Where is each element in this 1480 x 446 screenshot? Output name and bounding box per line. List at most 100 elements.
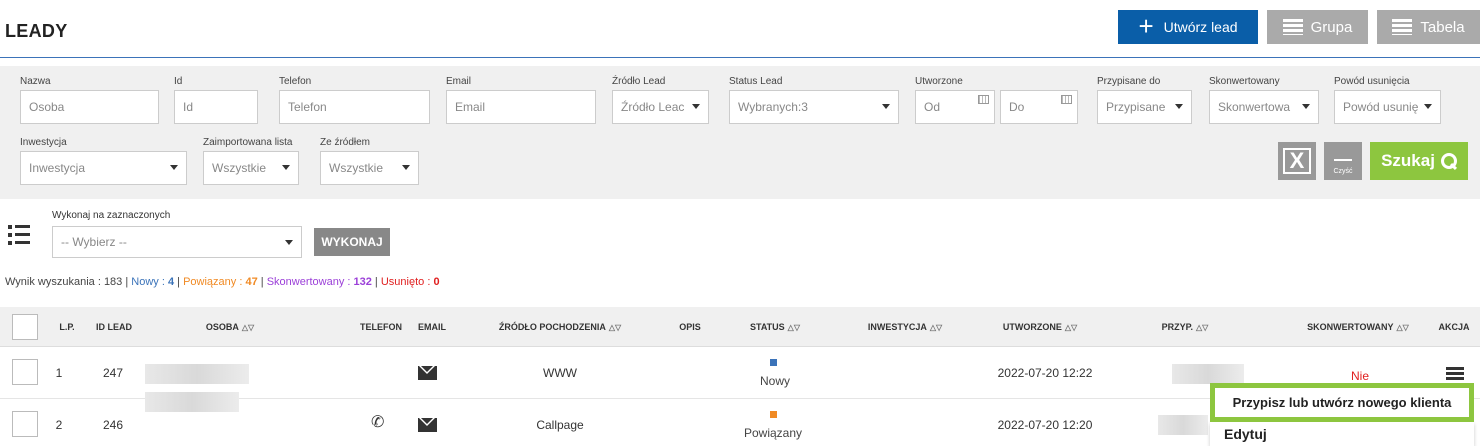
chevron-down-icon	[402, 165, 410, 170]
chevron-down-icon	[1424, 104, 1432, 109]
list-view-icon	[1282, 19, 1303, 35]
assigned-redacted	[1158, 415, 1208, 435]
column-phone: TELEFON	[360, 322, 402, 332]
name-input[interactable]: Osoba	[20, 90, 159, 124]
chevron-down-icon	[692, 104, 700, 109]
row-id: 247	[102, 366, 124, 380]
person-name-redacted[interactable]	[145, 392, 239, 412]
row-status: Nowy	[760, 374, 791, 388]
select-all-checkbox[interactable]	[12, 314, 38, 340]
excel-icon: X	[1283, 148, 1311, 174]
row-checkbox[interactable]	[12, 411, 38, 437]
chevron-down-icon	[170, 165, 178, 170]
minus-icon	[1334, 159, 1352, 161]
date-from-input[interactable]: Od	[915, 90, 995, 124]
delete-reason-select[interactable]: Powód usunię	[1334, 90, 1441, 124]
filter-imported-label: Zaimportowana lista	[203, 137, 293, 148]
create-lead-label: Utwórz lead	[1163, 19, 1238, 35]
table-view-label: Tabela	[1420, 18, 1465, 36]
plus-icon: +	[1138, 10, 1154, 41]
email-input[interactable]: Email	[446, 90, 596, 124]
filter-email-label: Email	[446, 76, 472, 87]
converted-count: 132	[353, 276, 372, 288]
assigned-redacted	[1172, 364, 1244, 384]
total-count: 183	[103, 276, 123, 288]
calendar-icon[interactable]	[1061, 95, 1072, 104]
source-select[interactable]: Źródło Leac	[612, 90, 709, 124]
chevron-down-icon	[282, 165, 290, 170]
page-title: LEADY	[5, 21, 68, 41]
table-view-icon	[1392, 19, 1413, 35]
create-lead-button[interactable]: + Utwórz lead	[1118, 10, 1258, 44]
column-assigned[interactable]: PRZYP. △▽	[1140, 307, 1230, 347]
table-view-button[interactable]: Tabela	[1377, 10, 1480, 44]
sort-icon[interactable]: △▽	[1196, 323, 1208, 332]
group-view-label: Grupa	[1310, 18, 1353, 36]
clear-filters-label: Czyść	[1333, 168, 1353, 175]
column-investment[interactable]: INWESTYCJA △▽	[850, 307, 960, 347]
phone-input[interactable]: Telefon	[279, 90, 430, 124]
assigned-select[interactable]: Przypisane	[1097, 90, 1192, 124]
row-lp: 1	[55, 366, 63, 380]
filter-status-label: Status Lead	[729, 76, 783, 87]
sort-icon[interactable]: △▽	[609, 323, 621, 332]
clear-filters-button[interactable]: Czyść	[1324, 142, 1362, 180]
run-bulk-action-button[interactable]: WYKONAJ	[314, 228, 390, 256]
bulk-action-label: Wykonaj na zaznaczonych	[52, 210, 171, 221]
column-source[interactable]: ŹRÓDŁO POCHODZENIA △▽	[480, 307, 640, 347]
sort-icon[interactable]: △▽	[242, 323, 254, 332]
list-icon	[8, 224, 30, 246]
column-status[interactable]: STATUS △▽	[730, 307, 820, 347]
email-icon[interactable]	[418, 418, 437, 432]
edit-menu-item[interactable]: Edytuj	[1224, 426, 1267, 442]
column-email: EMAIL	[418, 322, 446, 332]
column-created[interactable]: UTWORZONE △▽	[985, 307, 1095, 347]
action-menu-icon[interactable]	[1446, 367, 1464, 381]
status-select[interactable]: Wybranych:3	[729, 90, 899, 124]
id-input[interactable]: Id	[174, 90, 258, 124]
sort-icon[interactable]: △▽	[930, 323, 942, 332]
column-person[interactable]: OSOBA △▽	[175, 307, 285, 347]
bulk-action-select[interactable]: -- Wybierz --	[52, 226, 302, 258]
date-to-input[interactable]: Do	[1000, 90, 1078, 124]
filter-created-label: Utworzone	[915, 76, 963, 87]
search-summary: Wynik wyszukania : 183 | Nowy : 4 | Powi…	[5, 276, 440, 288]
page-header: LEADY + Utwórz lead Grupa Tabela	[0, 0, 1480, 58]
status-indicator	[770, 359, 777, 366]
calendar-icon[interactable]	[978, 95, 989, 104]
investment-select[interactable]: Inwestycja	[20, 151, 187, 185]
column-action: AKCJA	[1438, 322, 1470, 332]
search-button[interactable]: Szukaj	[1370, 142, 1468, 180]
row-converted: Nie	[1351, 369, 1370, 383]
converted-select[interactable]: Skonwertowa	[1209, 90, 1319, 124]
filter-phone-label: Telefon	[279, 76, 312, 87]
imported-select[interactable]: Wszystkie	[203, 151, 299, 185]
status-indicator	[770, 411, 777, 418]
email-icon[interactable]	[418, 366, 437, 380]
linked-count: 47	[245, 276, 258, 288]
row-status: Powiązany	[744, 426, 803, 440]
row-checkbox[interactable]	[12, 359, 38, 385]
row-id: 246	[102, 418, 124, 432]
search-icon	[1440, 153, 1457, 169]
chevron-down-icon	[285, 240, 293, 245]
person-name-redacted[interactable]	[145, 364, 249, 384]
filter-source-label: Źródło Lead	[612, 76, 666, 87]
chevron-down-icon	[1302, 104, 1310, 109]
row-lp: 2	[55, 418, 63, 432]
assign-client-tooltip[interactable]: Przypisz lub utwórz nowego klienta	[1210, 383, 1474, 422]
excel-export-button[interactable]: X	[1278, 142, 1316, 180]
sort-icon[interactable]: △▽	[1065, 323, 1077, 332]
column-converted[interactable]: SKONWERTOWANY △▽	[1293, 307, 1423, 347]
row-source: Callpage	[536, 418, 584, 432]
row-created: 2022-07-20 12:20	[997, 418, 1093, 432]
filter-assigned-label: Przypisane do	[1097, 76, 1161, 87]
phone-icon[interactable]: ✆	[371, 412, 384, 432]
sort-icon[interactable]: △▽	[1397, 323, 1409, 332]
filter-panel: Nazwa Osoba Id Id Telefon Telefon Email …	[0, 66, 1480, 199]
group-view-button[interactable]: Grupa	[1267, 10, 1368, 44]
column-description: OPIS	[679, 322, 701, 332]
with-source-select[interactable]: Wszystkie	[320, 151, 419, 185]
table-header: L.P. ID LEAD OSOBA △▽ TELEFON EMAIL ŹRÓDŁ…	[0, 307, 1480, 347]
sort-icon[interactable]: △▽	[788, 323, 800, 332]
